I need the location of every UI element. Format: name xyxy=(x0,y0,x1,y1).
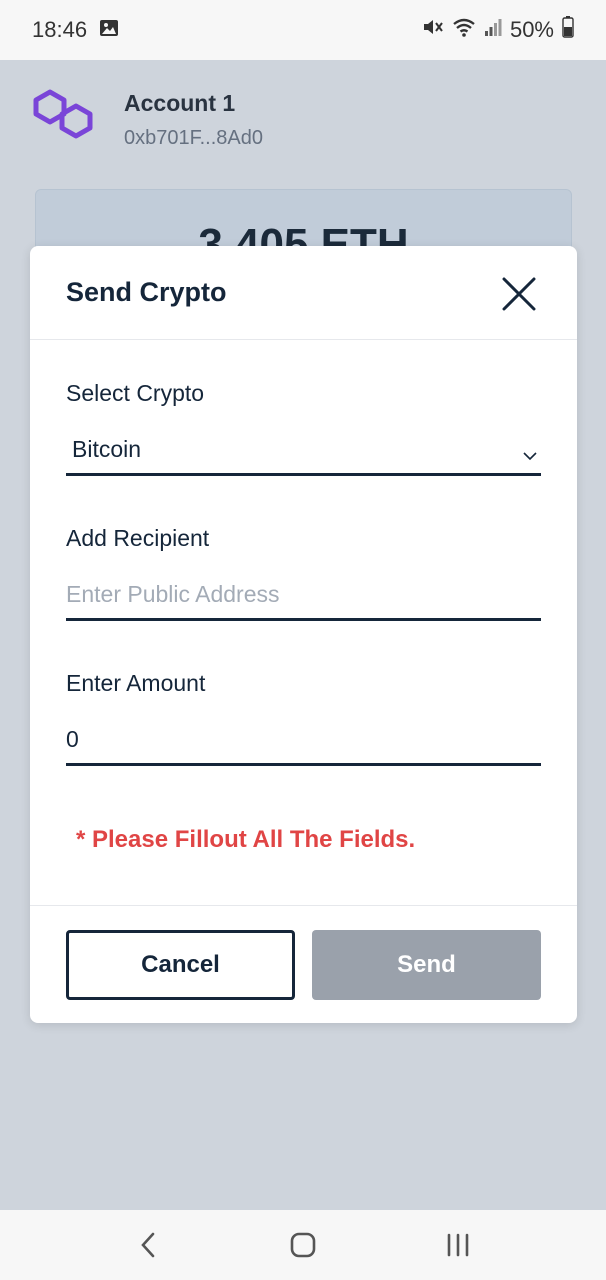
signal-icon xyxy=(484,17,502,43)
amount-input[interactable]: 0 xyxy=(66,716,541,766)
recipient-label: Add Recipient xyxy=(66,525,210,551)
home-icon xyxy=(290,1232,316,1258)
status-bar: 18:46 50% xyxy=(0,0,606,60)
chevron-down-icon xyxy=(523,440,537,467)
cancel-button[interactable]: Cancel xyxy=(66,930,295,1000)
back-icon xyxy=(140,1232,154,1258)
send-crypto-modal: Send Crypto Select Crypto Bitcoin Add Re… xyxy=(30,246,577,1023)
recipient-input[interactable]: Enter Public Address xyxy=(66,571,541,621)
recents-button[interactable] xyxy=(433,1220,483,1270)
modal-footer: Cancel Send xyxy=(30,905,577,1023)
mute-icon xyxy=(422,17,444,43)
amount-label: Enter Amount xyxy=(66,670,206,696)
recipient-placeholder: Enter Public Address xyxy=(66,581,280,607)
battery-icon xyxy=(562,16,574,44)
modal-title: Send Crypto xyxy=(66,277,227,307)
recents-icon xyxy=(448,1233,469,1257)
close-button[interactable] xyxy=(501,276,537,312)
select-crypto-dropdown[interactable]: Bitcoin xyxy=(66,426,541,476)
close-icon xyxy=(502,277,536,311)
status-time: 18:46 xyxy=(32,17,88,42)
home-button[interactable] xyxy=(278,1220,328,1270)
navigation-bar xyxy=(0,1210,606,1280)
wifi-icon xyxy=(452,17,476,43)
image-icon xyxy=(99,17,119,43)
send-button[interactable]: Send xyxy=(312,930,541,1000)
amount-value: 0 xyxy=(66,726,79,752)
modal-header: Send Crypto xyxy=(30,246,577,340)
back-button[interactable] xyxy=(123,1220,173,1270)
select-crypto-value: Bitcoin xyxy=(72,436,142,462)
battery-text: 50% xyxy=(509,17,554,42)
error-message: * Please Fillout All The Fields. xyxy=(76,826,416,853)
select-crypto-label: Select Crypto xyxy=(66,380,205,406)
